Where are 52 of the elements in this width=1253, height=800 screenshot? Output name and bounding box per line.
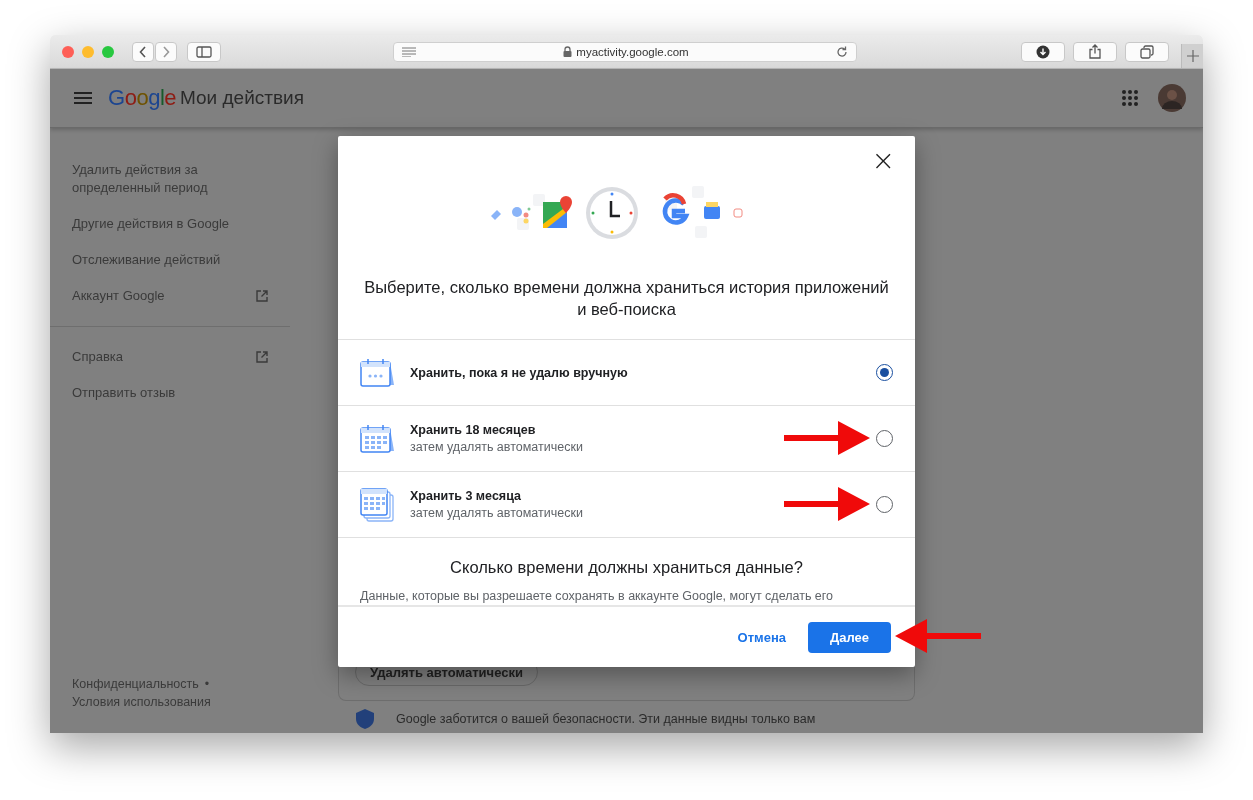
terms-link[interactable]: Условия использования: [72, 695, 211, 709]
sidebar-item[interactable]: Отправить отзыв: [50, 375, 290, 411]
share-icon: [1089, 44, 1101, 59]
avatar[interactable]: [1158, 84, 1186, 112]
cancel-button[interactable]: Отмена: [731, 628, 792, 646]
retention-option[interactable]: Хранить 18 месяцев затем удалять автоматически: [338, 406, 915, 472]
apps-grid-icon[interactable]: [1122, 90, 1138, 106]
tabs-button[interactable]: [1125, 41, 1169, 62]
url-text: myactivity.google.com: [576, 45, 689, 58]
shield-icon: [356, 709, 374, 729]
retention-option[interactable]: Хранить, пока я не удалю вручную: [338, 340, 915, 406]
close-button[interactable]: ×: [867, 148, 899, 174]
close-window-icon[interactable]: [62, 45, 74, 58]
google-logo: Google: [108, 85, 176, 111]
forward-button[interactable]: [155, 41, 177, 62]
chevron-right-icon: [162, 45, 170, 58]
chevron-left-icon: [139, 45, 147, 58]
dialog-title: Выберите, сколько времени должна храниться история приложений и веб-поиска: [363, 277, 890, 320]
option-title: Хранить 18 месяцев: [410, 423, 537, 437]
section-text: Данные, которые вы разрешаете сохранять в аккаунте Google, могут сделать его: [360, 589, 835, 603]
sidebar-item[interactable]: Удалить действия за определенный период: [50, 152, 290, 206]
back-button[interactable]: [132, 41, 154, 62]
privacy-link[interactable]: Конфиденциальность: [72, 675, 199, 693]
new-tab-button[interactable]: [1181, 44, 1203, 68]
calendar-stack-icon: [360, 487, 396, 522]
option-title: Хранить, пока я не удалю вручную: [410, 365, 629, 380]
reload-icon[interactable]: [836, 45, 848, 58]
retention-option[interactable]: Хранить 3 месяца затем удалять автоматически: [338, 472, 915, 538]
option-subtitle: затем удалять автоматически: [410, 506, 584, 520]
tabs-icon: [1140, 44, 1154, 59]
app-title: Мои действия: [180, 87, 304, 109]
sidebar-icon: [196, 45, 212, 58]
sidebar-item[interactable]: Справка: [50, 339, 290, 375]
calendar-icon: [360, 356, 396, 389]
option-subtitle: затем удалять автоматически: [410, 440, 584, 454]
share-button[interactable]: [1073, 41, 1117, 62]
sidebar-item[interactable]: Другие действия в Google: [50, 206, 290, 242]
address-bar[interactable]: myactivity.google.com: [393, 41, 857, 62]
calendar-icon: [360, 422, 396, 455]
download-icon: [1036, 44, 1050, 59]
option-title: Хранить 3 месяца: [410, 489, 522, 503]
lock-icon: [563, 46, 573, 57]
menu-icon[interactable]: [74, 92, 92, 104]
next-button[interactable]: Далее: [808, 621, 891, 653]
plus-icon: [1186, 50, 1199, 62]
download-button[interactable]: [1021, 41, 1065, 62]
sidebar-item[interactable]: Аккаунт Google: [50, 278, 290, 314]
sidebar-toggle-button[interactable]: [187, 41, 221, 62]
separator-dot: •: [204, 676, 210, 693]
sidebar-item[interactable]: Отслеживание действий: [50, 242, 290, 278]
notice-text: Google заботится о вашей безопасности. Эти данные видны только вам: [396, 712, 816, 726]
section-heading: Сколько времени должны храниться данные?: [449, 558, 804, 577]
